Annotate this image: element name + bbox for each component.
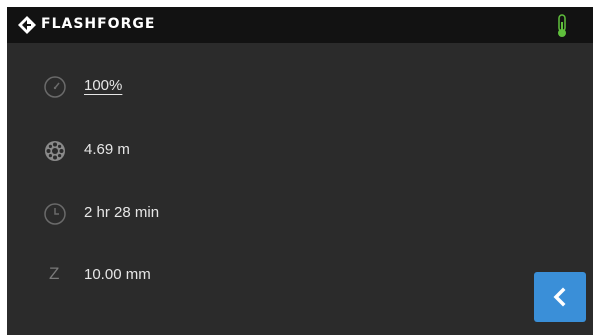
z-axis-label: Z — [49, 264, 60, 283]
brand-name: FLASHFORGE — [41, 16, 156, 32]
speed-gauge-icon — [44, 76, 66, 98]
filament-length-value: 4.69 m — [84, 141, 130, 158]
back-button[interactable] — [534, 272, 586, 322]
z-height-value: 10.00 mm — [84, 266, 151, 283]
flashforge-logo-icon — [18, 16, 36, 34]
filament-spool-icon — [45, 141, 65, 161]
printer-screen: FLASHFORGE 100% 4.69 m 2 hr 28 min Z 10.… — [7, 7, 593, 335]
clock-icon — [44, 203, 66, 225]
chevron-left-icon — [553, 287, 566, 307]
top-bar: FLASHFORGE — [7, 7, 593, 43]
thermometer-icon — [558, 14, 566, 37]
print-time-value: 2 hr 28 min — [84, 204, 160, 221]
print-speed-value[interactable]: 100% — [84, 77, 122, 94]
